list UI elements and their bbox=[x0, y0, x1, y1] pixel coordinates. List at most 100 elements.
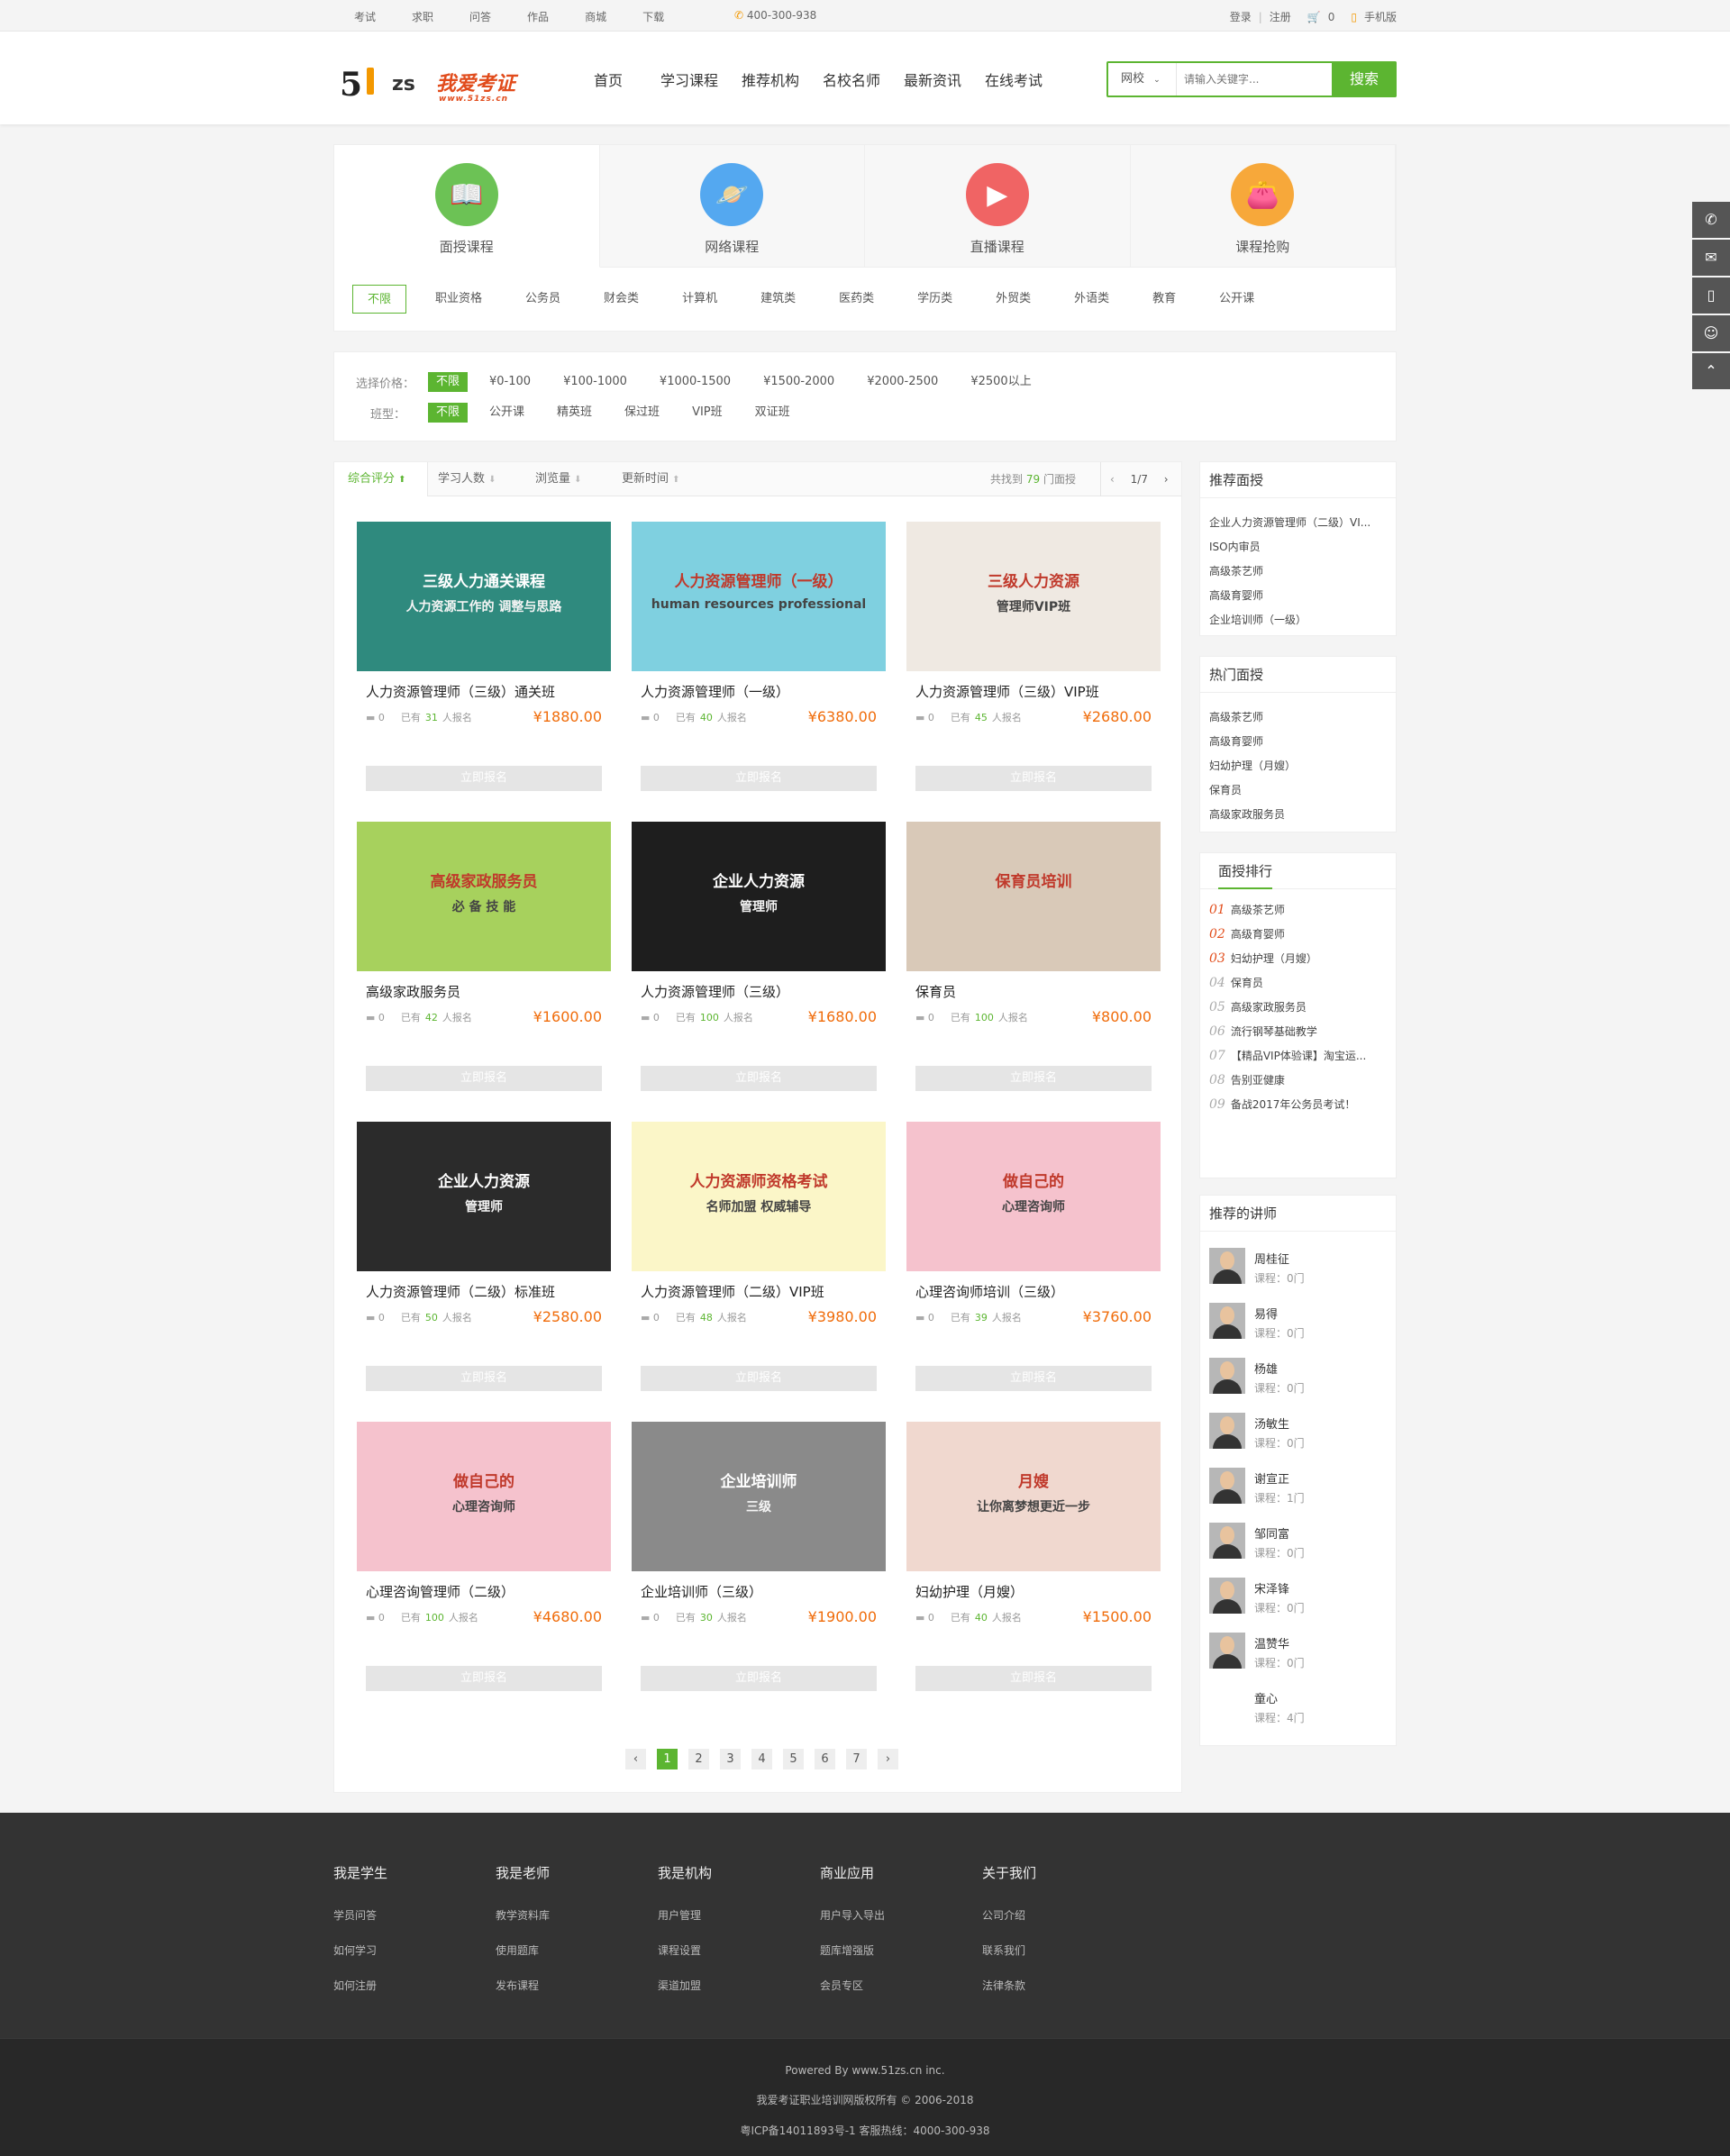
subcategory-item[interactable]: 公开课 bbox=[1205, 285, 1269, 314]
pager-page[interactable]: 4 bbox=[751, 1749, 772, 1769]
footer-link[interactable]: 法律条款 bbox=[982, 1978, 1036, 1993]
footer-link[interactable]: 用户管理 bbox=[658, 1907, 712, 1923]
subcategory-item[interactable]: 公务员 bbox=[511, 285, 575, 314]
footer-link[interactable]: 发布课程 bbox=[496, 1978, 550, 1993]
teacher-avatar[interactable] bbox=[1209, 1468, 1245, 1504]
course-title[interactable]: 企业培训师（三级） bbox=[632, 1582, 886, 1601]
rank-item[interactable]: 04 保育员 bbox=[1209, 971, 1387, 996]
class-option[interactable]: 公开课 bbox=[478, 403, 535, 423]
teacher-name[interactable]: 邹同富 bbox=[1254, 1524, 1305, 1542]
teacher-name[interactable]: 易得 bbox=[1254, 1305, 1305, 1322]
price-option[interactable]: ¥2000-2500 bbox=[856, 372, 949, 392]
price-option[interactable]: ¥0-100 bbox=[478, 372, 542, 392]
footer-link[interactable]: 学员问答 bbox=[333, 1907, 387, 1923]
subcategory-item[interactable]: 医药类 bbox=[824, 285, 888, 314]
side-recommend-item[interactable]: 企业人力资源管理师（二级）VI... bbox=[1209, 511, 1387, 535]
top-link[interactable]: 求职 bbox=[412, 9, 433, 24]
site-logo[interactable]: 5 zs 我爱考证 www.51zs.cn bbox=[340, 66, 529, 104]
teacher-avatar[interactable] bbox=[1209, 1358, 1245, 1394]
search-input[interactable] bbox=[1184, 70, 1328, 88]
footer-link[interactable]: 渠道加盟 bbox=[658, 1978, 712, 1993]
course-title[interactable]: 人力资源管理师（三级）通关班 bbox=[357, 682, 611, 701]
subcategory-item[interactable]: 建筑类 bbox=[746, 285, 810, 314]
nav-item[interactable]: 名校名师 bbox=[811, 68, 892, 90]
side-hot-item[interactable]: 高级家政服务员 bbox=[1209, 803, 1387, 827]
course-thumbnail[interactable]: 企业人力资源 管理师 bbox=[632, 822, 886, 971]
chevron-right-icon[interactable]: › bbox=[1164, 473, 1169, 486]
class-option[interactable]: 保过班 bbox=[614, 403, 670, 423]
side-hot-item[interactable]: 高级茶艺师 bbox=[1209, 705, 1387, 730]
class-option[interactable]: 不限 bbox=[428, 403, 469, 423]
course-card[interactable]: 企业培训师 三级 企业培训师（三级） ▬ 0 已有 30 人报名 ¥1900.00 立即报名 bbox=[632, 1422, 886, 1701]
enroll-button[interactable]: 立即报名 bbox=[915, 1666, 1152, 1691]
course-thumbnail[interactable]: 做自己的 心理咨询师 bbox=[357, 1422, 611, 1571]
course-thumbnail[interactable]: 三级人力资源 管理师VIP班 bbox=[906, 522, 1161, 671]
category-tab[interactable]: ▶ 直播课程 bbox=[865, 145, 1131, 268]
price-option[interactable]: ¥2500以上 bbox=[960, 372, 1042, 392]
course-title[interactable]: 人力资源管理师（二级）标准班 bbox=[357, 1282, 611, 1301]
pager-next[interactable]: › bbox=[878, 1749, 898, 1769]
course-thumbnail[interactable]: 企业培训师 三级 bbox=[632, 1422, 886, 1571]
phone-icon[interactable]: ✆ bbox=[1692, 202, 1730, 238]
course-thumbnail[interactable]: 人力资源师资格考试 名师加盟 权威辅导 bbox=[632, 1122, 886, 1271]
course-title[interactable]: 人力资源管理师（一级） bbox=[632, 682, 886, 701]
search-button[interactable]: 搜索 bbox=[1332, 61, 1397, 97]
side-hot-item[interactable]: 保育员 bbox=[1209, 778, 1387, 803]
enroll-button[interactable]: 立即报名 bbox=[641, 1366, 877, 1391]
nav-item[interactable]: 在线考试 bbox=[973, 68, 1054, 90]
pager-page[interactable]: 5 bbox=[783, 1749, 804, 1769]
footer-link[interactable]: 如何学习 bbox=[333, 1942, 387, 1958]
wechat-icon[interactable]: ✉ bbox=[1692, 240, 1730, 276]
cart-icon[interactable]: 🛒 bbox=[1307, 11, 1321, 23]
top-link[interactable]: 问答 bbox=[469, 9, 491, 24]
course-thumbnail[interactable]: 三级人力通关课程 人力资源工作的 调整与思路 bbox=[357, 522, 611, 671]
rank-item[interactable]: 08 告别亚健康 bbox=[1209, 1069, 1387, 1093]
course-card[interactable]: 企业人力资源 管理师 人力资源管理师（三级） ▬ 0 已有 100 人报名 ¥1680.00 立… bbox=[632, 822, 886, 1101]
course-card[interactable]: 做自己的 心理咨询师 心理咨询师培训（三级） ▬ 0 已有 39 人报名 ¥3760.00 立即… bbox=[906, 1122, 1161, 1401]
category-tab[interactable]: 👛 课程抢购 bbox=[1130, 145, 1396, 268]
course-thumbnail[interactable]: 高级家政服务员必 备 技 能 bbox=[357, 822, 611, 971]
back-to-top-icon[interactable]: ⌃ bbox=[1692, 353, 1730, 389]
price-option[interactable]: 不限 bbox=[428, 372, 469, 392]
course-thumbnail[interactable]: 企业人力资源 管理师 bbox=[357, 1122, 611, 1271]
course-title[interactable]: 心理咨询师培训（三级） bbox=[906, 1282, 1161, 1301]
qq-icon[interactable]: ☺ bbox=[1692, 315, 1730, 351]
course-title[interactable]: 保育员 bbox=[906, 982, 1161, 1001]
course-title[interactable]: 妇幼护理（月嫂） bbox=[906, 1582, 1161, 1601]
course-card[interactable]: 做自己的 心理咨询师 心理咨询管理师（二级） ▬ 0 已有 100 人报名 ¥4680.00 立… bbox=[357, 1422, 611, 1701]
category-tab[interactable]: 🪐 网络课程 bbox=[599, 145, 865, 268]
rank-item[interactable]: 02 高级育婴师 bbox=[1209, 923, 1387, 947]
pager-page[interactable]: 3 bbox=[720, 1749, 741, 1769]
course-thumbnail[interactable]: 做自己的 心理咨询师 bbox=[906, 1122, 1161, 1271]
teacher-name[interactable]: 温赞华 bbox=[1254, 1634, 1305, 1651]
side-recommend-item[interactable]: ISO内审员 bbox=[1209, 535, 1387, 559]
enroll-button[interactable]: 立即报名 bbox=[366, 1666, 602, 1691]
footer-link[interactable]: 联系我们 bbox=[982, 1942, 1036, 1958]
course-card[interactable]: 保育员培训 保育员 ▬ 0 已有 100 人报名 ¥800.00 立即报名 bbox=[906, 822, 1161, 1101]
subcategory-item[interactable]: 学历类 bbox=[903, 285, 967, 314]
search-scope-select[interactable]: 网校 ⌄ bbox=[1108, 63, 1177, 96]
footer-link[interactable]: 使用题库 bbox=[496, 1942, 550, 1958]
teacher-item[interactable]: 易得 课程：0门 bbox=[1200, 1303, 1396, 1358]
footer-link[interactable]: 题库增强版 bbox=[820, 1942, 885, 1958]
top-link[interactable]: 商城 bbox=[585, 9, 606, 24]
course-thumbnail[interactable]: 月嫂 让你离梦想更近一步 bbox=[906, 1422, 1161, 1571]
teacher-name[interactable]: 谢宣正 bbox=[1254, 1469, 1305, 1487]
enroll-button[interactable]: 立即报名 bbox=[641, 766, 877, 791]
footer-link[interactable]: 公司介绍 bbox=[982, 1907, 1036, 1923]
enroll-button[interactable]: 立即报名 bbox=[641, 1066, 877, 1091]
rank-item[interactable]: 05 高级家政服务员 bbox=[1209, 996, 1387, 1020]
rank-item[interactable]: 01 高级茶艺师 bbox=[1209, 898, 1387, 923]
teacher-item[interactable]: 邹同富 课程：0门 bbox=[1200, 1523, 1396, 1578]
login-link[interactable]: 登录 bbox=[1230, 9, 1252, 24]
sort-overall[interactable]: 综合评分 ⬆ bbox=[334, 462, 428, 496]
side-recommend-item[interactable]: 企业培训师（一级） bbox=[1209, 608, 1387, 632]
teacher-item[interactable]: 宋泽锋 课程：0门 bbox=[1200, 1578, 1396, 1633]
teacher-item[interactable]: 谢宣正 课程：1门 bbox=[1200, 1468, 1396, 1523]
footer-link[interactable]: 教学资料库 bbox=[496, 1907, 550, 1923]
rank-item[interactable]: 06 流行钢琴基础教学 bbox=[1209, 1020, 1387, 1044]
subcategory-item[interactable]: 职业资格 bbox=[421, 285, 496, 314]
course-thumbnail[interactable]: 保育员培训 bbox=[906, 822, 1161, 971]
course-card[interactable]: 三级人力资源 管理师VIP班 人力资源管理师（三级）VIP班 ▬ 0 已有 45 人报名 ¥2… bbox=[906, 522, 1161, 801]
teacher-name[interactable]: 宋泽锋 bbox=[1254, 1579, 1305, 1597]
